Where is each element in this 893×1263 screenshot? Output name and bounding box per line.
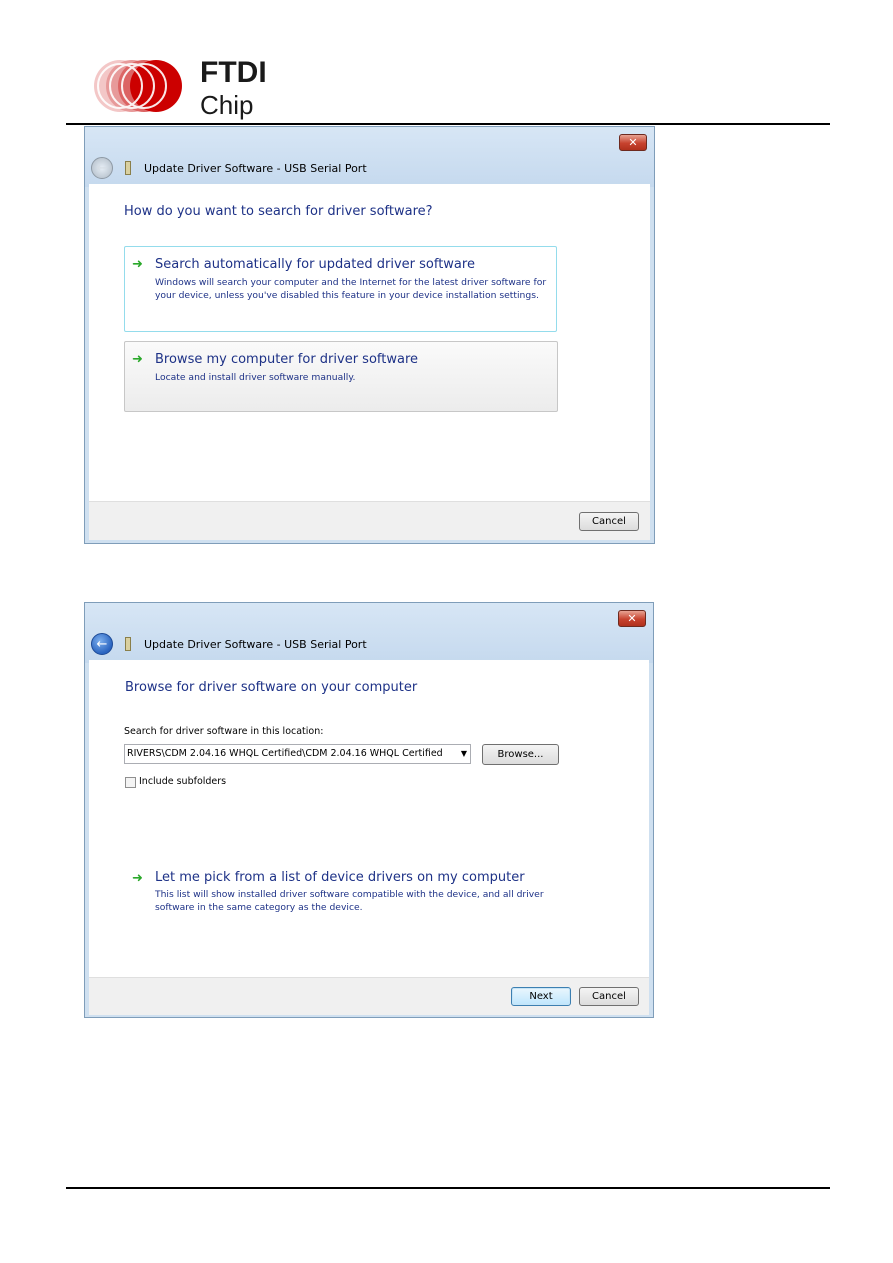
update-driver-window-search: ✕ ← Update Driver Software - USB Serial … [84,126,655,544]
logo-circles [94,60,182,112]
close-button[interactable]: ✕ [618,610,646,627]
green-arrow-icon: ➜ [132,352,143,367]
update-driver-window-browse: ✕ ← Update Driver Software - USB Serial … [84,602,654,1018]
logo-text-ftdi: FTDI [200,56,267,89]
header-rule [66,123,830,125]
usb-device-icon [125,637,131,651]
option-description: Windows will search your computer and th… [155,277,547,301]
option-description: Locate and install driver software manua… [155,372,356,383]
chevron-down-icon[interactable]: ▼ [461,745,467,763]
search-location-label: Search for driver software in this locat… [124,726,324,737]
include-subfolders-label[interactable]: Include subfolders [139,776,226,787]
window-title: Update Driver Software - USB Serial Port [144,638,367,651]
search-automatically-option[interactable]: ➜ Search automatically for updated drive… [124,246,557,332]
dialog-content: How do you want to search for driver sof… [89,184,650,501]
usb-device-icon [125,161,131,175]
title-bar: ✕ ← Update Driver Software - USB Serial … [85,603,653,663]
back-arrow-icon[interactable]: ← [91,157,113,179]
footer-rule [66,1187,830,1189]
dialog-content: Browse for driver software on your compu… [89,660,649,977]
cancel-button[interactable]: Cancel [579,987,639,1006]
browse-my-computer-option[interactable]: ➜ Browse my computer for driver software… [124,341,558,412]
pick-from-list-link[interactable]: Let me pick from a list of device driver… [155,870,525,885]
page-heading: How do you want to search for driver sof… [124,204,433,219]
include-subfolders-checkbox[interactable] [125,777,136,788]
back-arrow-icon[interactable]: ← [91,633,113,655]
green-arrow-icon: ➜ [132,871,143,886]
green-arrow-icon: ➜ [132,257,143,272]
dialog-footer: Next Cancel [89,977,649,1015]
logo-text-chip: Chip [200,90,253,120]
ftdi-chip-logo: FTDI Chip [94,56,267,120]
browse-button[interactable]: Browse... [482,744,559,765]
dialog-footer: Cancel [89,501,650,540]
pick-from-list-description: This list will show installed driver sof… [155,889,544,913]
driver-path-value: RIVERS\CDM 2.04.16 WHQL Certified\CDM 2.… [127,748,443,759]
page-heading: Browse for driver software on your compu… [125,680,418,695]
option-title: Search automatically for updated driver … [155,257,475,272]
next-button[interactable]: Next [511,987,571,1006]
close-button[interactable]: ✕ [619,134,647,151]
title-bar: ✕ ← Update Driver Software - USB Serial … [85,127,654,187]
driver-path-combobox[interactable]: RIVERS\CDM 2.04.16 WHQL Certified\CDM 2.… [124,744,471,764]
option-title: Browse my computer for driver software [155,352,418,367]
cancel-button[interactable]: Cancel [579,512,639,531]
window-title: Update Driver Software - USB Serial Port [144,162,367,175]
